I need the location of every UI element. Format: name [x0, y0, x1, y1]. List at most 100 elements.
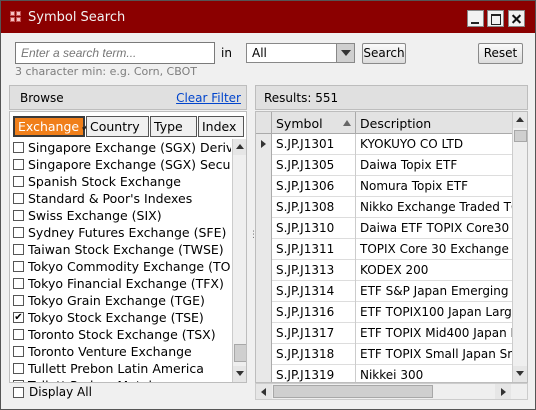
- table-row[interactable]: S.JP.J1311TOPIX Core 30 Exchange Traded: [256, 239, 516, 260]
- list-item[interactable]: Singapore Exchange (SGX) Securit...: [10, 156, 231, 173]
- list-item[interactable]: Singapore Exchange (SGX) Derivat...: [10, 139, 231, 156]
- table-row[interactable]: S.JP.J1313 KODEX 200: [256, 260, 512, 281]
- description-cell[interactable]: ETF TOPIX100 Japan Large Cap: [356, 302, 516, 323]
- symbol-cell[interactable]: S.JP.J1311: [272, 239, 356, 260]
- description-cell[interactable]: ETF S&P Japan Emerging Equity: [356, 281, 516, 302]
- description-cell[interactable]: Daiwa ETF TOPIX Core30: [356, 218, 516, 239]
- row-header[interactable]: [256, 176, 272, 197]
- exchange-checkbox[interactable]: [13, 261, 24, 272]
- splitter-grip-icon[interactable]: ⋮: [249, 231, 258, 247]
- close-icon[interactable]: [508, 10, 525, 27]
- column-header-symbol[interactable]: Symbol: [272, 112, 356, 134]
- table-row[interactable]: S.JP.J1317ETF TOPIX Mid400 Japan Mid Cap: [256, 323, 516, 344]
- search-button[interactable]: Search: [362, 43, 406, 64]
- row-header[interactable]: [256, 302, 272, 323]
- scroll-thumb[interactable]: [514, 130, 527, 142]
- exchange-checkbox[interactable]: [13, 142, 24, 153]
- description-cell[interactable]: Daiwa Topix ETF: [356, 155, 516, 176]
- scroll-up-icon[interactable]: [233, 139, 246, 155]
- description-cell[interactable]: Nikkei 300: [356, 365, 516, 382]
- list-item[interactable]: Sydney Futures Exchange (SFE): [10, 224, 231, 241]
- list-item[interactable]: Toronto Venture Exchange: [10, 343, 231, 360]
- symbol-cell[interactable]: S.JP.J1310: [272, 218, 356, 239]
- scroll-thumb[interactable]: [234, 344, 246, 362]
- scope-select[interactable]: All: [246, 43, 355, 63]
- row-header[interactable]: [256, 239, 272, 260]
- symbol-cell[interactable]: S.JP.J1319: [272, 365, 356, 382]
- reset-button[interactable]: Reset: [478, 43, 523, 64]
- exchange-checkbox[interactable]: [13, 295, 24, 306]
- exchange-checkbox[interactable]: [13, 193, 24, 204]
- description-cell[interactable]: Nikko Exchange Traded TOPIX: [356, 197, 516, 218]
- tab-country[interactable]: Country: [86, 116, 149, 137]
- table-row[interactable]: S.JP.J1314ETF S&P Japan Emerging Equity: [256, 281, 516, 302]
- scroll-down-icon[interactable]: [233, 366, 246, 382]
- exchange-checkbox[interactable]: [13, 278, 24, 289]
- description-cell[interactable]: ETF TOPIX Small Japan Small Cap: [356, 344, 516, 365]
- exchange-checkbox[interactable]: ✔: [13, 312, 24, 323]
- list-item[interactable]: Spanish Stock Exchange: [10, 173, 231, 190]
- symbol-cell[interactable]: S.JP.J1308: [272, 197, 356, 218]
- list-item[interactable]: Tokyo Commodity Exchange (TOC...: [10, 258, 231, 275]
- scroll-right-icon[interactable]: [495, 384, 511, 399]
- scroll-left-icon[interactable]: [256, 384, 272, 399]
- symbol-cell[interactable]: S.JP.J1316: [272, 302, 356, 323]
- scroll-up-icon[interactable]: [513, 112, 527, 128]
- table-row[interactable]: S.JP.J1308Nikko Exchange Traded TOPIX: [256, 197, 516, 218]
- exchange-checkbox[interactable]: [13, 329, 24, 340]
- row-header[interactable]: [256, 344, 272, 365]
- list-item[interactable]: ✔ Tokyo Stock Exchange (TSE): [10, 309, 231, 326]
- resize-grip-icon[interactable]: [511, 384, 527, 399]
- symbol-cell[interactable]: S.JP.J1317: [272, 323, 356, 344]
- table-row[interactable]: S.JP.J1305 Daiwa Topix ETF: [256, 155, 512, 176]
- description-cell[interactable]: Nomura Topix ETF: [356, 176, 516, 197]
- table-row[interactable]: S.JP.J1318ETF TOPIX Small Japan Small Ca…: [256, 344, 516, 365]
- list-item[interactable]: Swiss Exchange (SIX): [10, 207, 231, 224]
- row-header[interactable]: [256, 218, 272, 239]
- table-row[interactable]: S.JP.J1306 Nomura Topix ETF: [256, 176, 512, 197]
- current-row-icon[interactable]: [256, 134, 272, 155]
- exchange-checkbox[interactable]: [13, 210, 24, 221]
- table-row[interactable]: S.JP.J1310 Daiwa ETF TOPIX Core30: [256, 218, 512, 239]
- exchange-checkbox[interactable]: [13, 363, 24, 374]
- scroll-down-icon[interactable]: [513, 366, 527, 382]
- symbol-cell[interactable]: S.JP.J1306: [272, 176, 356, 197]
- pane-splitter[interactable]: [248, 111, 254, 383]
- browse-scrollbar[interactable]: [232, 139, 246, 382]
- row-header[interactable]: [256, 155, 272, 176]
- tab-type[interactable]: Type: [150, 116, 197, 137]
- symbol-cell[interactable]: S.JP.J1305: [272, 155, 356, 176]
- symbol-cell[interactable]: S.JP.J1314: [272, 281, 356, 302]
- exchange-checkbox[interactable]: [13, 227, 24, 238]
- description-cell[interactable]: KYOKUYO CO LTD: [356, 134, 516, 155]
- list-item[interactable]: Tokyo Financial Exchange (TFX): [10, 275, 231, 292]
- exchange-checkbox[interactable]: [13, 346, 24, 357]
- title-bar[interactable]: Symbol Search: [1, 1, 535, 33]
- hscroll-thumb[interactable]: [273, 385, 433, 398]
- tab-exchange[interactable]: Exchange: [13, 116, 85, 137]
- description-cell[interactable]: ETF TOPIX Mid400 Japan Mid Cap: [356, 323, 516, 344]
- list-item[interactable]: Toronto Stock Exchange (TSX): [10, 326, 231, 343]
- description-cell[interactable]: TOPIX Core 30 Exchange Traded: [356, 239, 516, 260]
- row-header[interactable]: [256, 323, 272, 344]
- chevron-down-icon[interactable]: [336, 44, 354, 62]
- tab-index[interactable]: Index: [198, 116, 244, 137]
- display-all-checkbox[interactable]: [13, 387, 24, 398]
- maximize-icon[interactable]: [487, 10, 504, 27]
- list-item[interactable]: Taiwan Stock Exchange (TWSE): [10, 241, 231, 258]
- exchange-checkbox[interactable]: [13, 159, 24, 170]
- clear-filter-link[interactable]: Clear Filter: [176, 91, 241, 105]
- results-hscrollbar[interactable]: [255, 383, 528, 400]
- minimize-icon[interactable]: [467, 10, 484, 27]
- table-row[interactable]: S.JP.J1301 KYOKUYO CO LTD: [256, 134, 512, 155]
- table-row[interactable]: S.JP.J1316ETF TOPIX100 Japan Large Cap: [256, 302, 516, 323]
- list-item[interactable]: Standard & Poor's Indexes: [10, 190, 231, 207]
- exchange-checkbox[interactable]: [13, 176, 24, 187]
- exchange-checkbox[interactable]: [13, 244, 24, 255]
- description-cell[interactable]: KODEX 200: [356, 260, 516, 281]
- list-item[interactable]: Tokyo Grain Exchange (TGE): [10, 292, 231, 309]
- symbol-cell[interactable]: S.JP.J1301: [272, 134, 356, 155]
- row-header[interactable]: [256, 281, 272, 302]
- results-scrollbar[interactable]: [512, 112, 527, 382]
- row-header[interactable]: [256, 197, 272, 218]
